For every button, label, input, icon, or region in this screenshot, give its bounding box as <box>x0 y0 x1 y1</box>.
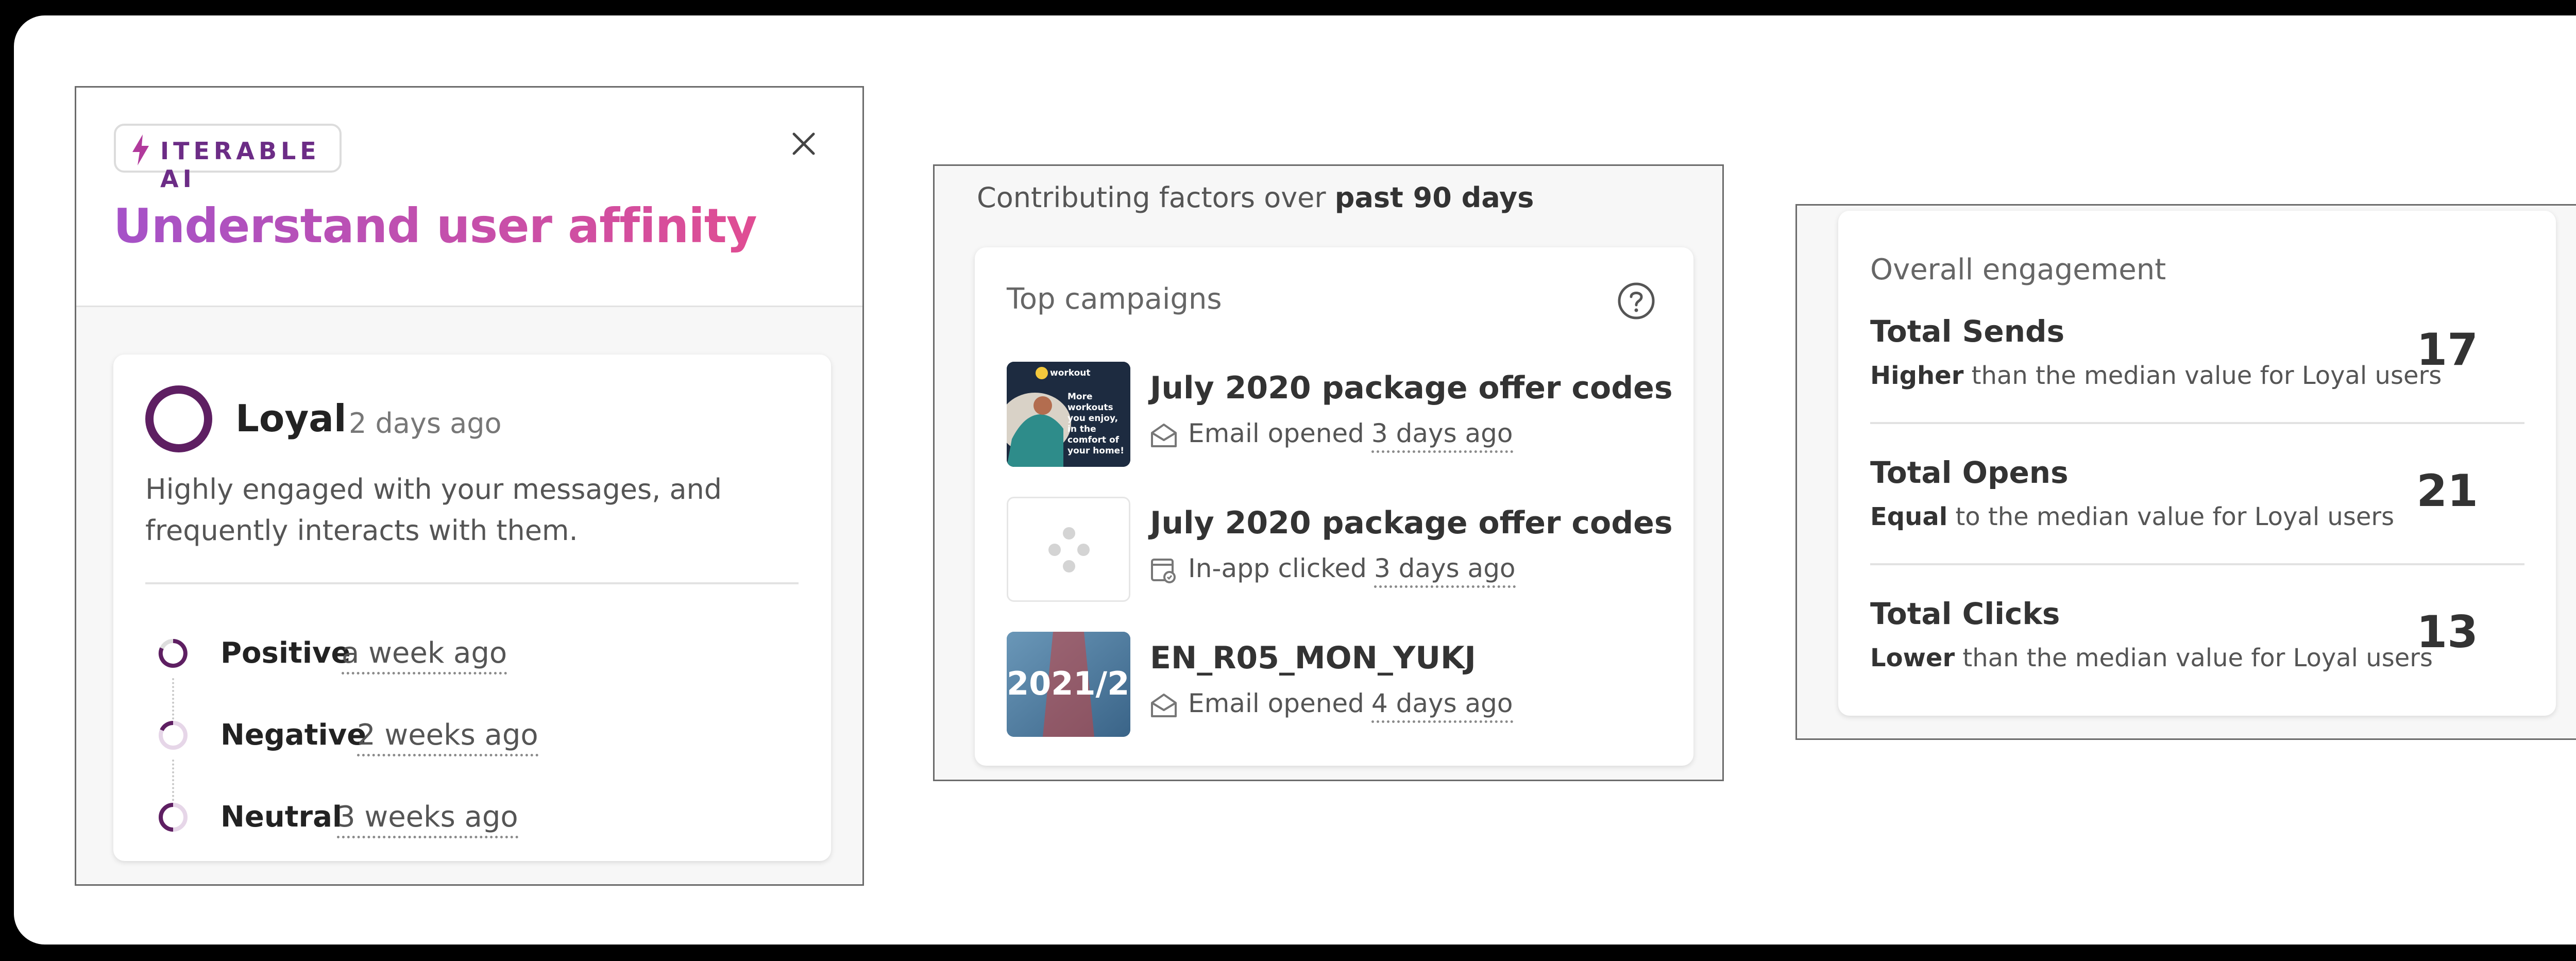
campaign-action: In-app clicked <box>1188 553 1367 583</box>
engagement-panel: Overall engagement Total Sends Higher th… <box>1795 204 2576 740</box>
card-title: Top campaigns <box>1007 282 1222 316</box>
campaign-action: Email opened <box>1188 418 1364 448</box>
history-label: Positive <box>221 636 351 670</box>
campaign-time: 3 days ago <box>1371 418 1513 453</box>
metric-total-sends: Total Sends Higher than the median value… <box>1870 314 2524 427</box>
metric-total-clicks: Total Clicks Lower than the median value… <box>1870 596 2524 710</box>
metric-value: 21 <box>2416 465 2478 517</box>
campaign-thumbnail: workout More workouts you enjoy, in the … <box>1007 362 1130 467</box>
campaign-thumbnail: 2021/22 <box>1007 632 1130 737</box>
campaign-title: EN_R05_MON_YUKJ <box>1150 640 1476 676</box>
campaign-thumbnail-placeholder <box>1007 497 1130 602</box>
campaign-item[interactable]: 2021/22 EN_R05_MON_YUKJ Email opened4 da… <box>1007 632 1676 737</box>
divider <box>1870 422 2524 424</box>
panel-title: Understand user affinity <box>113 198 757 254</box>
email-open-icon <box>1151 693 1177 717</box>
metric-name: Total Sends <box>1870 314 2065 349</box>
card-title: Overall engagement <box>1870 253 2166 286</box>
thumbnail-caption: More workouts you enjoy, in the comfort … <box>1067 392 1124 456</box>
metric-comparison: Higher <box>1870 361 1964 390</box>
campaign-item[interactable]: July 2020 package offer codes In-app cli… <box>1007 497 1676 602</box>
campaign-time: 4 days ago <box>1371 688 1513 723</box>
history-label: Negative <box>221 718 367 752</box>
factors-panel: Contributing factors over past 90 days T… <box>933 164 1724 781</box>
campaign-time: 3 days ago <box>1374 553 1516 588</box>
campaign-activity: Email opened 3 days ago <box>1150 418 1513 453</box>
campaign-action: Email opened <box>1188 688 1364 718</box>
thumbnail-brand: workout <box>1050 368 1091 378</box>
campaign-activity: In-app clicked 3 days ago <box>1150 553 1516 588</box>
metric-description: Equal to the median value for Loyal user… <box>1870 502 2394 531</box>
placeholder-dots-icon <box>1048 527 1090 572</box>
affinity-label: Loyal <box>235 397 347 440</box>
metric-value: 13 <box>2416 606 2478 658</box>
engagement-card: Overall engagement Total Sends Higher th… <box>1838 211 2556 716</box>
lightning-bolt-icon <box>132 134 149 165</box>
metric-comparison-rest: than the median value for Loyal users <box>1971 361 2442 390</box>
campaign-title: July 2020 package offer codes <box>1150 370 1673 406</box>
metric-comparison-rest: to the median value for Loyal users <box>1955 502 2395 531</box>
factors-intro: Contributing factors over past 90 days <box>977 181 1534 214</box>
timeline-connector <box>172 678 174 723</box>
iterable-ai-badge: ITERABLE AI <box>114 124 342 193</box>
divider <box>145 582 799 584</box>
metric-total-opens: Total Opens Equal to the median value fo… <box>1870 455 2524 568</box>
loyal-ring-icon <box>145 385 212 452</box>
close-icon[interactable] <box>791 131 817 157</box>
in-app-click-icon <box>1151 558 1176 583</box>
factors-intro-text: Contributing factors over <box>977 181 1326 214</box>
history-time: 3 weeks ago <box>337 800 518 838</box>
email-open-icon <box>1151 423 1177 447</box>
affinity-card: Loyal 2 days ago Highly engaged with you… <box>113 355 831 861</box>
metric-comparison: Equal <box>1870 502 1948 531</box>
campaign-title: July 2020 package offer codes <box>1150 505 1673 541</box>
metric-comparison-rest: than the median value for Loyal users <box>1962 644 2433 672</box>
campaign-activity: Email opened 4 days ago <box>1150 688 1513 723</box>
affinity-description: Highly engaged with your messages, and f… <box>145 473 722 547</box>
metric-description: Higher than the median value for Loyal u… <box>1870 361 2442 390</box>
history-time: 2 weeks ago <box>357 718 538 756</box>
help-icon[interactable] <box>1617 281 1656 321</box>
negative-ring-icon <box>159 720 188 750</box>
thumbnail-caption: 2021/22 <box>1007 665 1130 702</box>
metric-name: Total Opens <box>1870 455 2069 490</box>
badge-label: ITERABLE AI <box>160 137 320 193</box>
affinity-header: ITERABLE AI Understand user affinity <box>76 88 862 307</box>
metric-description: Lower than the median value for Loyal us… <box>1870 644 2433 672</box>
top-campaigns-card: Top campaigns workout More workouts you … <box>975 247 1693 766</box>
campaign-item[interactable]: workout More workouts you enjoy, in the … <box>1007 362 1676 467</box>
divider <box>1870 563 2524 565</box>
factors-period: past 90 days <box>1334 181 1534 214</box>
affinity-panel: ITERABLE AI Understand user affinity Loy… <box>75 86 864 886</box>
timeline-connector <box>172 760 174 805</box>
positive-ring-icon <box>158 639 188 668</box>
affinity-time: 2 days ago <box>349 407 502 440</box>
metric-name: Total Clicks <box>1870 596 2060 631</box>
metric-value: 17 <box>2416 324 2478 376</box>
history-label: Neutral <box>221 800 343 834</box>
history-time: a week ago <box>342 636 507 675</box>
metric-comparison: Lower <box>1870 644 1955 672</box>
neutral-ring-icon <box>159 803 188 832</box>
